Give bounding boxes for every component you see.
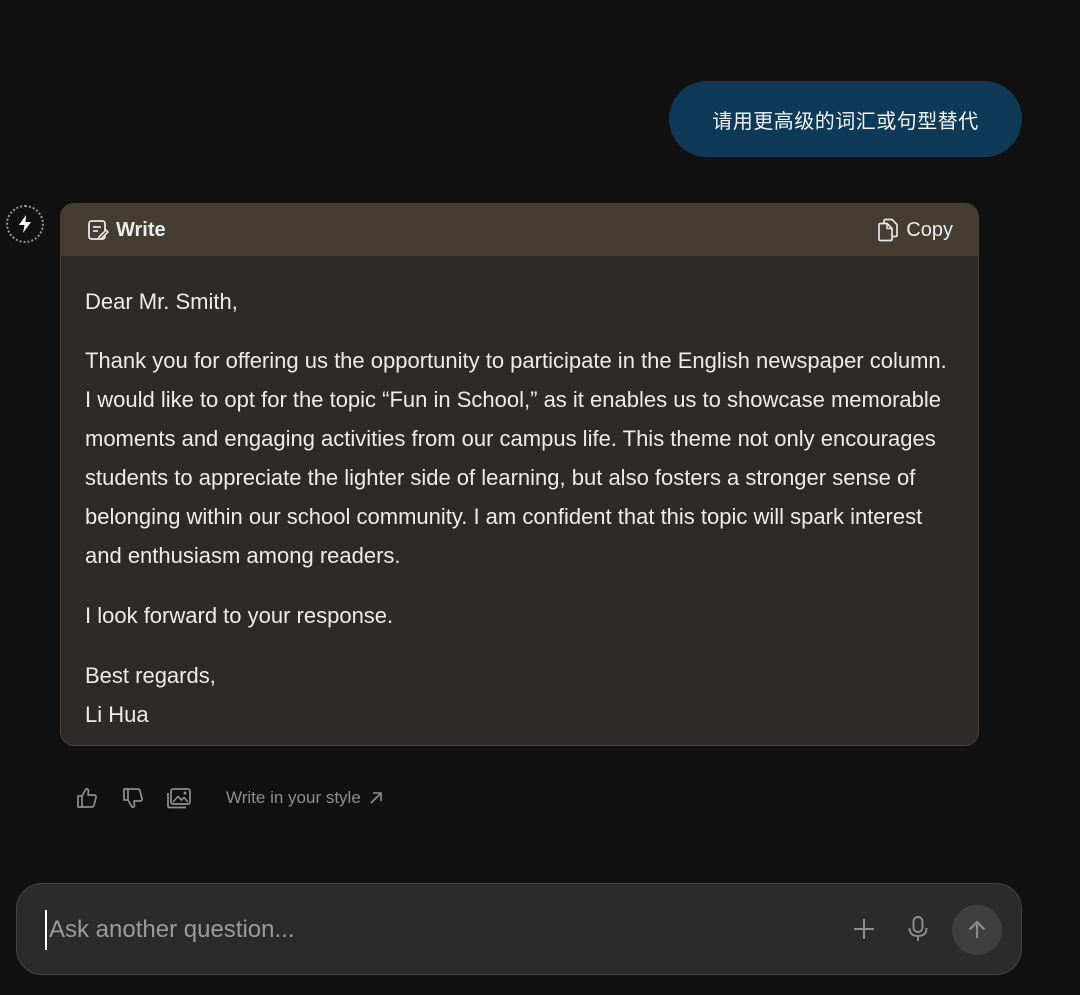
microphone-icon[interactable] [905,915,931,943]
ask-input[interactable] [45,910,805,950]
write-in-your-style-link[interactable]: Write in your style [226,788,383,808]
letter-signature: Li Hua [85,702,149,727]
write-mode-label: Write [87,219,166,242]
user-message-bubble: 请用更高级的词汇或句型替代 [669,81,1022,157]
thumbs-up-button[interactable] [74,785,100,811]
send-button[interactable] [952,905,1002,955]
letter-content: Dear Mr. Smith, Thank you for offering u… [61,256,978,734]
thumbs-down-button[interactable] [120,785,146,811]
user-message-text: 请用更高级的词汇或句型替代 [712,108,979,133]
plus-icon[interactable] [851,916,877,942]
chat-page: 请用更高级的词汇或句型替代 Write Copy Dear Mr. Smith,… [0,0,1080,995]
copy-icon [878,218,899,242]
image-button[interactable] [166,785,192,811]
response-actions: Write in your style [74,783,383,813]
arrow-up-right-icon [370,792,382,804]
thumbs-down-icon [123,788,143,808]
letter-greeting: Dear Mr. Smith, [85,289,238,314]
thumbs-up-icon [77,788,97,808]
letter-body: Thank you for offering us the opportunit… [85,348,947,568]
image-icon [167,788,191,809]
style-link-label: Write in your style [226,788,361,807]
write-label: Write [116,218,166,241]
write-card: Write Copy Dear Mr. Smith, Thank you for… [60,203,979,746]
card-header: Write Copy [61,204,978,256]
chat-input-bar [16,883,1022,975]
copy-button[interactable]: Copy [877,218,953,242]
write-icon [88,220,109,240]
letter-closing-line: I look forward to your response. [85,603,394,628]
letter-sign-off: Best regards, [85,663,216,688]
send-arrow-icon [968,920,986,938]
copy-label: Copy [906,218,953,241]
lightning-icon [19,215,31,233]
assistant-avatar [6,205,44,243]
